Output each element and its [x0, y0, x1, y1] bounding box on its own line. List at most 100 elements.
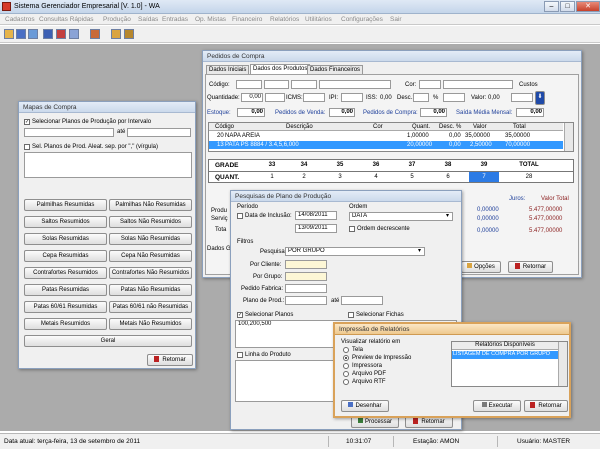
ordem-select[interactable]: DATA [349, 212, 453, 221]
radio-preview[interactable] [343, 355, 349, 361]
cepa-resumidas-button[interactable]: Cepa Resumidas [24, 250, 107, 262]
ipi-input[interactable] [341, 93, 363, 102]
radio-pdf[interactable] [343, 371, 349, 377]
executar-button[interactable]: Executar [473, 400, 521, 412]
tab-dados-produtos[interactable]: Dados dos Produtos [250, 64, 311, 74]
table-scrollbar[interactable] [564, 123, 573, 151]
solas-nao-resumidas-button[interactable]: Solas Não Resumidas [109, 233, 192, 245]
radio-impressora[interactable] [343, 363, 349, 369]
data-fim-input[interactable]: 13/09/2011 [295, 224, 337, 233]
planos-aleat-textarea[interactable] [24, 152, 192, 178]
icms-value-input[interactable] [303, 93, 325, 102]
desenhar-button[interactable]: Desenhar [341, 400, 389, 412]
menu-sair[interactable]: Sair [390, 16, 402, 23]
patas-6061-resumidas-button[interactable]: Patas 60/61 Resumidas [24, 301, 107, 313]
minimize-button[interactable]: – [544, 1, 559, 12]
notes-icon[interactable] [111, 29, 121, 39]
data-inicio-input[interactable]: 14/08/2011 [295, 211, 337, 220]
print-icon[interactable] [43, 29, 53, 39]
menu-cadastros[interactable]: Cadastros [5, 16, 35, 23]
radio-tela[interactable] [343, 347, 349, 353]
ordem-decrescente-checkbox[interactable] [349, 226, 355, 232]
planos-aleat-checkbox[interactable] [24, 144, 30, 150]
tab-dados-financeiros[interactable]: Dados Financeiros [307, 65, 364, 74]
opcoes-button[interactable]: Opções [461, 261, 501, 273]
menu-op-mistas[interactable]: Op. Mistas [195, 16, 226, 23]
clients-icon[interactable] [16, 29, 26, 39]
mapas-retornar-button[interactable]: Retornar [147, 354, 193, 366]
menu-entradas[interactable]: Entradas [162, 16, 188, 23]
menu-relatorios[interactable]: Relatórios [270, 16, 299, 23]
grade-qty[interactable]: 6 [433, 174, 463, 180]
impressao-retornar-button[interactable]: Retornar [524, 400, 568, 412]
desc-input[interactable] [413, 93, 429, 102]
por-cliente-input[interactable] [285, 260, 327, 269]
grade-qty[interactable]: 4 [361, 174, 391, 180]
menu-utilitarios[interactable]: Utilitários [305, 16, 332, 23]
geral-button[interactable]: Geral [24, 335, 192, 347]
relatorios-scrollbar[interactable] [558, 342, 567, 386]
metais-nao-resumidos-button[interactable]: Metais Não Resumidos [109, 318, 192, 330]
close-button[interactable]: ✕ [576, 1, 600, 12]
data-inclusao-checkbox[interactable] [237, 213, 243, 219]
icms-input[interactable] [265, 93, 285, 102]
grade-qty[interactable]: 2 [289, 174, 319, 180]
plano-fim-input[interactable] [341, 296, 383, 305]
codigo2-input[interactable] [264, 80, 289, 89]
selecionar-planos-checkbox[interactable]: ✓ [237, 312, 243, 318]
descricao-input[interactable] [319, 80, 391, 89]
menu-saidas[interactable]: Saídas [138, 16, 158, 23]
grade-qty[interactable]: 5 [397, 174, 427, 180]
palmilhas-nao-resumidas-button[interactable]: Palmilhas Não Resumidas [109, 199, 192, 211]
menu-financeiro[interactable]: Financeiro [232, 16, 262, 23]
planos-intervalo-checkbox[interactable]: ✓ [24, 119, 30, 125]
cepa-nao-resumidas-button[interactable]: Cepa Não Resumidas [109, 250, 192, 262]
plano-inicio-input[interactable] [24, 128, 114, 137]
grade-qty[interactable]: 1 [257, 174, 287, 180]
tab-dados-iniciais[interactable]: Dados Iniciais [206, 65, 250, 74]
saltos-resumidos-button[interactable]: Saltos Resumidos [24, 216, 107, 228]
radio-rtf[interactable] [343, 379, 349, 385]
patas-nao-resumidas-button[interactable]: Patas Não Resumidas [109, 284, 192, 296]
col-cor: Cor [373, 124, 383, 130]
plano-inicio-input[interactable] [285, 296, 327, 305]
selecionar-fichas-checkbox[interactable] [348, 312, 354, 318]
valor-input[interactable] [511, 93, 533, 102]
maximize-button[interactable]: □ [560, 1, 575, 12]
cor-input[interactable] [419, 80, 441, 89]
pedido-fabrica-input[interactable] [285, 284, 327, 293]
codigo-input[interactable] [236, 80, 262, 89]
users-icon[interactable] [4, 29, 14, 39]
grade-qty[interactable]: 3 [325, 174, 355, 180]
por-grupo-input[interactable] [285, 272, 327, 281]
saltos-nao-resumidos-button[interactable]: Saltos Não Resumidos [109, 216, 192, 228]
arrow-down-icon[interactable]: ⬇ [535, 91, 545, 105]
menu-producao[interactable]: Produção [103, 16, 131, 23]
pedidos-retornar-button[interactable]: Retornar [508, 261, 553, 273]
menu-configuracoes[interactable]: Configurações [341, 16, 383, 23]
pct-input[interactable] [443, 93, 465, 102]
plano-fim-input[interactable] [127, 128, 191, 137]
metais-resumidos-button[interactable]: Metais Resumidos [24, 318, 107, 330]
pesquisa-select[interactable]: POR GRUPO [285, 247, 425, 256]
products-icon[interactable] [28, 29, 38, 39]
book-icon[interactable] [124, 29, 134, 39]
grade-qty-selected[interactable]: 7 [469, 174, 499, 180]
linha-produto-checkbox[interactable] [237, 352, 243, 358]
contrafortes-resumidos-button[interactable]: Contrafortes Resumidos [24, 267, 107, 279]
relatorio-item-selected[interactable]: LISTAGEM DE COMPRA POR GRUPO [452, 351, 558, 359]
document-icon[interactable] [69, 29, 79, 39]
contrafortes-nao-resumidos-button[interactable]: Contrafortes Não Resumidos [109, 267, 192, 279]
palmilhas-resumidas-button[interactable]: Palmilhas Resumidas [24, 199, 107, 211]
patas-6061-nao-resumidas-button[interactable]: Patas 60/61 não Resumidas [109, 301, 192, 313]
solas-resumidas-button[interactable]: Solas Resumidas [24, 233, 107, 245]
patas-resumidas-button[interactable]: Patas Resumidas [24, 284, 107, 296]
table-row[interactable]: 20 NAPA AREIA 1,00000 0,00 35,00000 35,0… [209, 132, 563, 140]
menu-consultas[interactable]: Consultas Rápidas [39, 16, 94, 23]
table-row-selected[interactable]: 13 PATA PS 8884 / 3.4,5,6,000 20,00000 0… [209, 141, 563, 149]
quantidade-input[interactable]: 0,00 [241, 93, 263, 102]
codigo3-input[interactable] [291, 80, 317, 89]
calculator-icon[interactable] [90, 29, 100, 39]
cor-desc-input[interactable] [443, 80, 513, 89]
report-icon[interactable] [56, 29, 66, 39]
